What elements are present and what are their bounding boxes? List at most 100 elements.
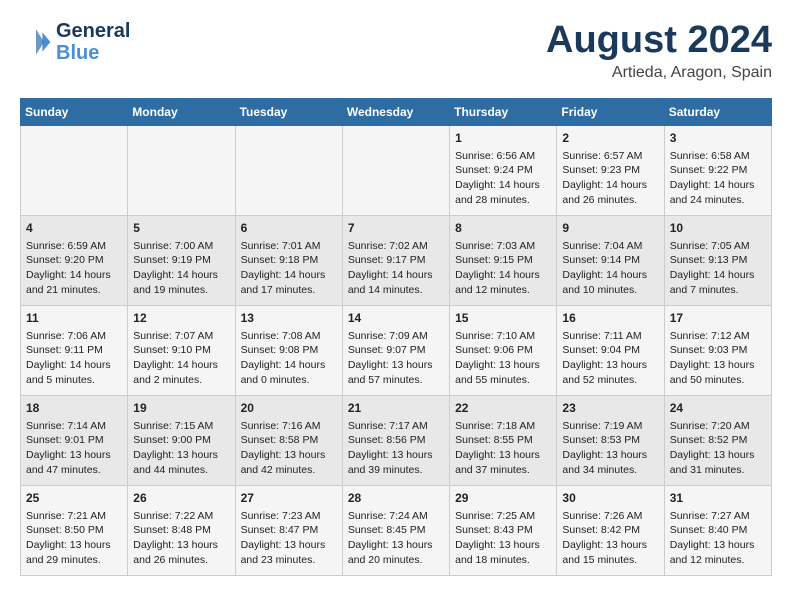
day-info-line: and 0 minutes. xyxy=(241,373,337,388)
day-info-line: Daylight: 13 hours xyxy=(455,448,551,463)
day-info-line: Sunrise: 7:14 AM xyxy=(26,419,122,434)
day-info-line: and 34 minutes. xyxy=(562,463,658,478)
day-info-line: Daylight: 14 hours xyxy=(670,268,766,283)
day-info-line: Sunset: 8:42 PM xyxy=(562,523,658,538)
day-number: 18 xyxy=(26,400,122,417)
day-info-line: Sunset: 9:10 PM xyxy=(133,343,229,358)
calendar-cell: 8Sunrise: 7:03 AMSunset: 9:15 PMDaylight… xyxy=(450,215,557,305)
weekday-header-wednesday: Wednesday xyxy=(342,98,449,125)
day-info-line: Daylight: 14 hours xyxy=(348,268,444,283)
day-info-line: Sunrise: 7:11 AM xyxy=(562,329,658,344)
day-info-line: Sunrise: 7:21 AM xyxy=(26,509,122,524)
day-info-line: Sunset: 8:47 PM xyxy=(241,523,337,538)
day-number: 2 xyxy=(562,130,658,147)
logo: General Blue xyxy=(20,20,130,64)
day-info-line: Sunset: 9:04 PM xyxy=(562,343,658,358)
calendar-week-row: 4Sunrise: 6:59 AMSunset: 9:20 PMDaylight… xyxy=(21,215,772,305)
day-info-line: Daylight: 13 hours xyxy=(562,358,658,373)
day-number: 31 xyxy=(670,490,766,507)
day-number: 30 xyxy=(562,490,658,507)
day-info-line: and 12 minutes. xyxy=(670,553,766,568)
day-info-line: Sunset: 9:06 PM xyxy=(455,343,551,358)
day-info-line: Sunset: 8:52 PM xyxy=(670,433,766,448)
day-number: 21 xyxy=(348,400,444,417)
day-number: 29 xyxy=(455,490,551,507)
day-info-line: Daylight: 14 hours xyxy=(670,178,766,193)
day-info-line: Daylight: 14 hours xyxy=(455,268,551,283)
day-info-line: and 23 minutes. xyxy=(241,553,337,568)
calendar-cell: 17Sunrise: 7:12 AMSunset: 9:03 PMDayligh… xyxy=(664,305,771,395)
day-info-line: Sunset: 9:22 PM xyxy=(670,163,766,178)
day-info-line: Daylight: 14 hours xyxy=(455,178,551,193)
day-info-line: and 21 minutes. xyxy=(26,283,122,298)
day-number: 24 xyxy=(670,400,766,417)
title-block: August 2024 Artieda, Aragon, Spain xyxy=(546,20,772,82)
calendar-cell: 16Sunrise: 7:11 AMSunset: 9:04 PMDayligh… xyxy=(557,305,664,395)
day-info-line: Sunset: 9:00 PM xyxy=(133,433,229,448)
logo-text-general: General xyxy=(56,20,130,42)
day-number: 15 xyxy=(455,310,551,327)
day-info-line: Daylight: 13 hours xyxy=(26,538,122,553)
day-info-line: Sunset: 9:17 PM xyxy=(348,253,444,268)
day-info-line: Sunrise: 7:15 AM xyxy=(133,419,229,434)
day-info-line: Sunrise: 7:05 AM xyxy=(670,239,766,254)
day-info-line: Sunrise: 7:06 AM xyxy=(26,329,122,344)
calendar-cell xyxy=(128,125,235,215)
logo-icon xyxy=(20,26,52,58)
calendar-cell: 4Sunrise: 6:59 AMSunset: 9:20 PMDaylight… xyxy=(21,215,128,305)
day-info-line: Sunrise: 7:08 AM xyxy=(241,329,337,344)
day-info-line: Sunrise: 7:27 AM xyxy=(670,509,766,524)
day-number: 10 xyxy=(670,220,766,237)
day-info-line: and 20 minutes. xyxy=(348,553,444,568)
day-info-line: Daylight: 13 hours xyxy=(455,358,551,373)
day-number: 5 xyxy=(133,220,229,237)
page-header: General Blue August 2024 Artieda, Aragon… xyxy=(20,20,772,82)
day-info-line: Sunset: 8:58 PM xyxy=(241,433,337,448)
day-info-line: Sunrise: 7:04 AM xyxy=(562,239,658,254)
day-info-line: Daylight: 13 hours xyxy=(562,538,658,553)
weekday-header-monday: Monday xyxy=(128,98,235,125)
day-info-line: Daylight: 14 hours xyxy=(241,358,337,373)
day-info-line: Sunrise: 7:19 AM xyxy=(562,419,658,434)
day-info-line: and 31 minutes. xyxy=(670,463,766,478)
calendar-cell: 23Sunrise: 7:19 AMSunset: 8:53 PMDayligh… xyxy=(557,395,664,485)
day-info-line: and 15 minutes. xyxy=(562,553,658,568)
calendar-cell: 6Sunrise: 7:01 AMSunset: 9:18 PMDaylight… xyxy=(235,215,342,305)
day-number: 3 xyxy=(670,130,766,147)
day-info-line: Sunrise: 7:07 AM xyxy=(133,329,229,344)
day-info-line: Sunrise: 7:02 AM xyxy=(348,239,444,254)
calendar-cell: 14Sunrise: 7:09 AMSunset: 9:07 PMDayligh… xyxy=(342,305,449,395)
calendar-cell: 3 Sunrise: 6:58 AMSunset: 9:22 PMDaylight… xyxy=(664,125,771,215)
day-info-line: Daylight: 14 hours xyxy=(562,178,658,193)
day-info-line: Sunset: 9:14 PM xyxy=(562,253,658,268)
weekday-header-tuesday: Tuesday xyxy=(235,98,342,125)
day-info-line: Sunset: 9:20 PM xyxy=(26,253,122,268)
day-info-line: and 39 minutes. xyxy=(348,463,444,478)
day-number: 7 xyxy=(348,220,444,237)
day-info-line: and 12 minutes. xyxy=(455,283,551,298)
day-info-line: Sunrise: 7:22 AM xyxy=(133,509,229,524)
day-info-line: Daylight: 13 hours xyxy=(670,448,766,463)
calendar-cell xyxy=(21,125,128,215)
day-info-line: Sunset: 8:53 PM xyxy=(562,433,658,448)
day-info-line: and 10 minutes. xyxy=(562,283,658,298)
day-info-line: Daylight: 13 hours xyxy=(670,538,766,553)
day-number: 27 xyxy=(241,490,337,507)
day-info-line: and 18 minutes. xyxy=(455,553,551,568)
calendar-cell: 15 Sunrise: 7:10 AMSunset: 9:06 PMDayligh… xyxy=(450,305,557,395)
day-number: 4 xyxy=(26,220,122,237)
day-info-line: and 57 minutes. xyxy=(348,373,444,388)
day-info-line: Sunrise: 6:58 AM xyxy=(670,149,766,164)
day-info-line: Sunset: 9:01 PM xyxy=(26,433,122,448)
day-info-line: Sunrise: 7:10 AM xyxy=(455,329,551,344)
day-info-line: Sunset: 8:43 PM xyxy=(455,523,551,538)
day-info-line: and 24 minutes. xyxy=(670,193,766,208)
calendar-cell: 18 Sunrise: 7:14 AMSunset: 9:01 PMDayligh… xyxy=(21,395,128,485)
day-info-line: Sunset: 8:50 PM xyxy=(26,523,122,538)
day-info-line: and 55 minutes. xyxy=(455,373,551,388)
calendar-week-row: 25Sunrise: 7:21 AMSunset: 8:50 PMDayligh… xyxy=(21,485,772,575)
weekday-header-sunday: Sunday xyxy=(21,98,128,125)
calendar-cell: 13Sunrise: 7:08 AMSunset: 9:08 PMDayligh… xyxy=(235,305,342,395)
day-info-line: and 26 minutes. xyxy=(133,553,229,568)
day-info-line: Daylight: 13 hours xyxy=(26,448,122,463)
